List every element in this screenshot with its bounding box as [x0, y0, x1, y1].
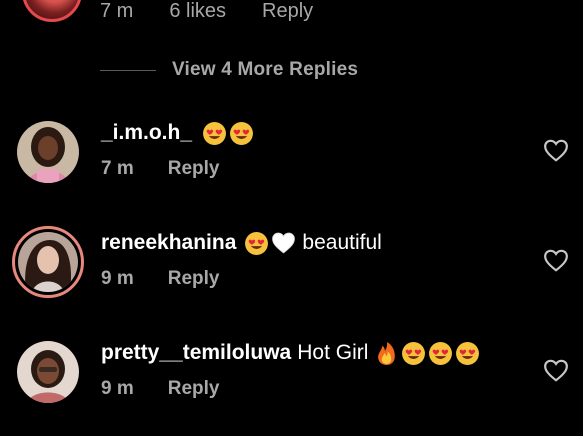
heart-eyes-icon [230, 121, 253, 145]
avatar-story-ring[interactable] [12, 226, 84, 298]
reply-button[interactable]: Reply [168, 158, 220, 180]
avatar-photo [17, 341, 79, 403]
comment-meta: 7 m 6 likes Reply [100, 0, 313, 23]
heart-eyes-icon [429, 341, 453, 365]
reply-button[interactable]: Reply [168, 268, 220, 290]
heart-eyes-icon [203, 121, 226, 145]
heart-eyes-icon [245, 231, 269, 255]
avatar[interactable] [17, 121, 79, 183]
view-more-replies-label: View 4 More Replies [172, 59, 359, 80]
divider [100, 69, 156, 71]
fire-icon [378, 341, 396, 365]
comment-text: Hot Girl [297, 341, 369, 364]
comment-likes[interactable]: 6 likes [169, 0, 226, 23]
comment-username[interactable]: reneekhanina [101, 230, 236, 256]
reply-button[interactable]: Reply [262, 0, 313, 23]
heart-eyes-icon [456, 341, 480, 365]
like-heart-icon[interactable] [543, 248, 569, 272]
comment-text: beautiful [302, 231, 382, 254]
reply-button[interactable]: Reply [168, 378, 220, 400]
avatar-photo [18, 232, 78, 292]
white-heart-icon [272, 232, 296, 253]
comment-time: 7 m [101, 158, 134, 179]
comment-time: 9 m [101, 378, 134, 399]
like-heart-icon[interactable] [543, 358, 569, 382]
avatar[interactable] [17, 341, 79, 403]
comments-screen: 7 m 6 likes Reply View 4 More Replies _i… [0, 0, 583, 436]
comment-username[interactable]: pretty__temiloluwa [101, 340, 291, 366]
comment-username[interactable]: _i.m.o.h_ [101, 120, 192, 146]
view-more-replies-button[interactable]: View 4 More Replies [100, 59, 358, 81]
comment-time: 9 m [101, 268, 134, 289]
heart-eyes-icon [402, 341, 426, 365]
like-heart-icon[interactable] [543, 138, 569, 162]
avatar[interactable] [22, 0, 82, 22]
comment-time: 7 m [100, 0, 134, 22]
avatar-photo [17, 121, 79, 183]
